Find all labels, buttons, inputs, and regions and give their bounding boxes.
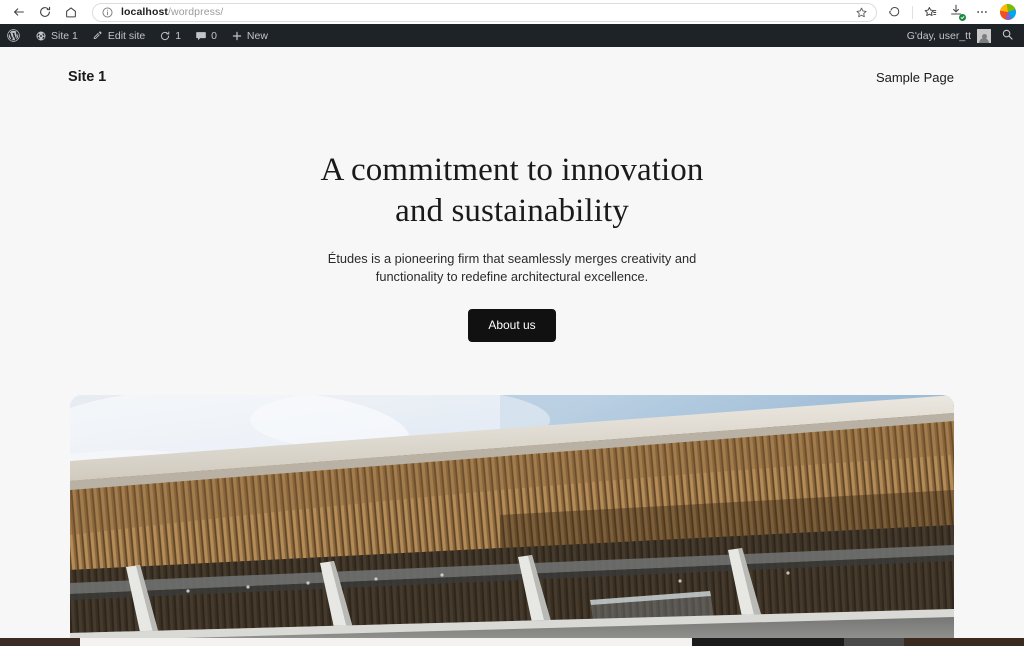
download-complete-badge (959, 14, 966, 21)
site-content: Site 1 Sample Page A commitment to innov… (0, 47, 1024, 646)
pencil-icon (92, 30, 104, 42)
back-button[interactable] (6, 2, 32, 22)
hero-title-line-1: A commitment to innovation (320, 152, 704, 188)
ellipsis-icon (975, 5, 989, 19)
home-button[interactable] (58, 2, 84, 22)
admin-bar-edit-site[interactable]: Edit site (85, 24, 152, 47)
admin-bar-site-name[interactable]: Site 1 (28, 24, 85, 47)
plus-icon (231, 30, 243, 42)
url-host: localhost (121, 6, 168, 18)
refresh-button[interactable] (32, 2, 58, 22)
copilot-icon (888, 5, 902, 19)
copilot-button[interactable] (883, 2, 907, 22)
downloads-button[interactable] (944, 2, 968, 22)
url-text: localhost/wordpress/ (121, 6, 223, 18)
taskbar-segment[interactable] (692, 638, 844, 646)
refresh-icon (38, 5, 52, 19)
hero-description: Études is a pioneering firm that seamles… (327, 250, 697, 285)
admin-bar-edit-site-label: Edit site (107, 29, 146, 42)
admin-bar-updates[interactable]: 1 (152, 24, 188, 47)
url-path: /wordpress/ (168, 6, 224, 18)
admin-bar-right: G'day, user_tt (901, 24, 1024, 47)
profile-avatar-icon[interactable] (1000, 4, 1016, 20)
about-us-button[interactable]: About us (468, 308, 556, 342)
wordpress-logo-icon (6, 28, 21, 43)
search-icon (1001, 28, 1014, 44)
settings-more-button[interactable] (970, 2, 994, 22)
admin-bar-updates-count: 1 (175, 29, 182, 42)
taskbar-segment[interactable] (904, 638, 1024, 646)
admin-bar-search-button[interactable] (997, 28, 1024, 44)
site-header: Site 1 Sample Page (0, 47, 1024, 93)
admin-bar-account[interactable]: G'day, user_tt (901, 28, 997, 43)
comment-icon (195, 30, 207, 42)
admin-bar-comments-count: 0 (211, 29, 217, 42)
collections-icon (923, 5, 937, 19)
collections-button[interactable] (918, 2, 942, 22)
user-avatar-icon (977, 28, 991, 43)
back-arrow-icon (12, 5, 26, 19)
browser-actions (883, 2, 1018, 22)
taskbar-segment[interactable] (844, 638, 904, 646)
hero-title: A commitment to innovation and sustainab… (0, 150, 1024, 233)
updates-icon (159, 30, 171, 42)
architectural-canopy-photo (70, 394, 954, 646)
toolbar-divider (912, 5, 913, 19)
taskbar-sliver (0, 638, 1024, 646)
taskbar-segment[interactable] (0, 638, 80, 646)
admin-bar-greeting: G'day, user_tt (906, 29, 971, 42)
hero-image (70, 394, 954, 646)
home-icon (64, 5, 78, 19)
admin-bar-site-label: Site 1 (51, 29, 78, 42)
site-info-icon[interactable] (101, 6, 114, 19)
site-title[interactable]: Site 1 (68, 69, 106, 85)
star-icon[interactable] (855, 6, 868, 19)
address-bar[interactable]: localhost/wordpress/ (92, 2, 877, 22)
dashboard-icon (35, 30, 47, 42)
admin-bar-comments[interactable]: 0 (188, 24, 224, 47)
browser-toolbar: localhost/wordpress/ (0, 0, 1024, 24)
wp-admin-bar: Site 1 Edit site 1 0 New G'day, user_tt (0, 24, 1024, 47)
hero-section: A commitment to innovation and sustainab… (0, 93, 1024, 342)
admin-bar-new-label: New (246, 29, 268, 42)
hero-title-line-2: and sustainability (395, 193, 629, 230)
admin-bar-new[interactable]: New (224, 24, 275, 47)
taskbar-segment[interactable] (80, 638, 692, 646)
wp-logo-button[interactable] (0, 24, 28, 47)
site-nav-sample-page[interactable]: Sample Page (876, 70, 954, 85)
